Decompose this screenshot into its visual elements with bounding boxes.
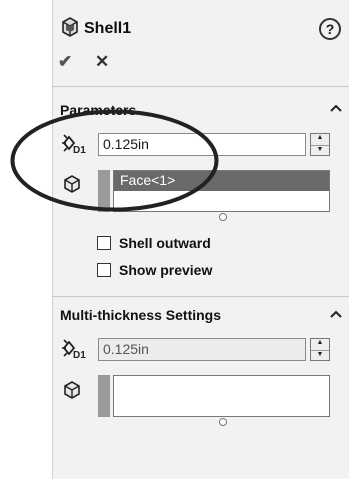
svg-text:D1: D1: [73, 350, 86, 360]
divider: [52, 86, 349, 87]
spin-up-icon[interactable]: ▲: [311, 134, 329, 145]
multi-thickness-d1-icon: D1: [60, 338, 88, 360]
multi-thickness-faces-icon: [62, 380, 82, 400]
multi-thickness-spinner[interactable]: ▲ ▼: [310, 338, 330, 361]
multi-thickness-faces-list[interactable]: [113, 375, 330, 417]
spin-down-icon[interactable]: ▼: [311, 349, 329, 362]
divider: [52, 296, 349, 297]
ok-button[interactable]: ✔: [58, 52, 72, 72]
help-icon[interactable]: ?: [319, 18, 341, 40]
spin-up-icon[interactable]: ▲: [311, 339, 329, 350]
list-resize-handle[interactable]: [219, 418, 227, 426]
highlight-ellipse: [10, 109, 219, 212]
collapse-multi-thickness-icon[interactable]: [330, 306, 342, 322]
thickness-spinner[interactable]: ▲ ▼: [310, 133, 330, 156]
cancel-button[interactable]: ✕: [95, 52, 109, 72]
shell-outward-label: Shell outward: [119, 235, 211, 251]
multi-thickness-section-title[interactable]: Multi-thickness Settings: [60, 307, 221, 323]
shell-outward-checkbox[interactable]: [97, 236, 111, 250]
list-resize-handle[interactable]: [219, 213, 227, 221]
collapse-parameters-icon[interactable]: [330, 100, 342, 116]
multi-thickness-input[interactable]: 0.125in: [98, 338, 306, 361]
selection-color-strip: [98, 375, 110, 417]
show-preview-label: Show preview: [119, 262, 213, 278]
feature-title: Shell1: [84, 20, 132, 37]
show-preview-checkbox[interactable]: [97, 263, 111, 277]
spin-down-icon[interactable]: ▼: [311, 144, 329, 157]
shell-feature-icon: [60, 16, 80, 38]
